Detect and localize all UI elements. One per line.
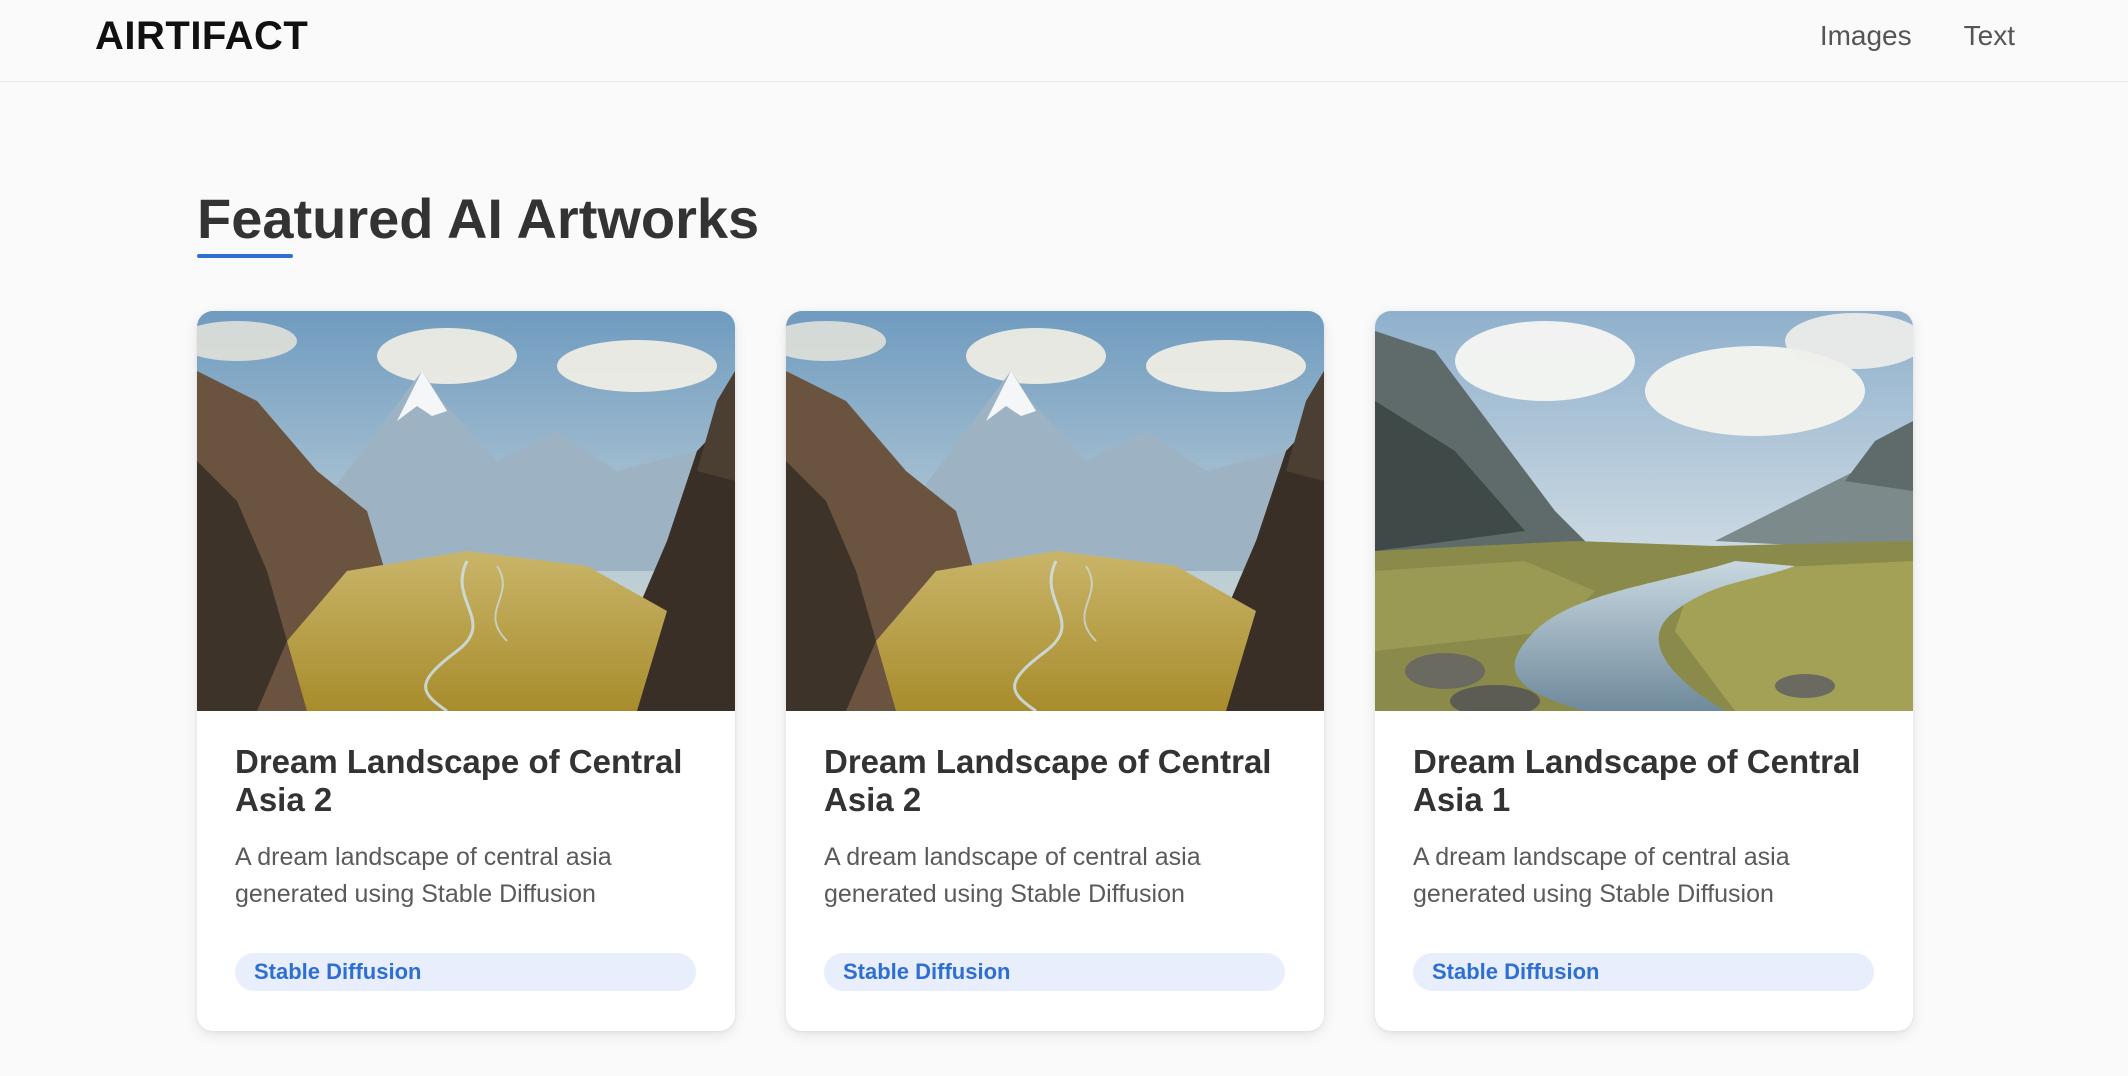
artwork-card[interactable]: Dream Landscape of Central Asia 2 A drea… <box>197 311 735 1031</box>
model-tag[interactable]: Stable Diffusion <box>824 953 1285 991</box>
nav-link-images[interactable]: Images <box>1820 20 1912 52</box>
artwork-image-mountain-valley[interactable] <box>197 311 735 711</box>
site-logo[interactable]: AIRTIFACT <box>95 14 308 59</box>
top-navigation-bar: AIRTIFACT Images Text <box>0 0 2128 82</box>
main-nav: Images Text <box>1820 20 2015 52</box>
artwork-title[interactable]: Dream Landscape of Central Asia 2 <box>235 743 697 819</box>
nav-link-text[interactable]: Text <box>1964 20 2015 52</box>
artwork-image-river-valley[interactable] <box>1375 311 1913 711</box>
model-tag[interactable]: Stable Diffusion <box>1413 953 1874 991</box>
model-tag[interactable]: Stable Diffusion <box>235 953 696 991</box>
artwork-title[interactable]: Dream Landscape of Central Asia 2 <box>824 743 1286 819</box>
artwork-description: A dream landscape of central asia genera… <box>235 843 612 908</box>
artwork-image-mountain-valley[interactable] <box>786 311 1324 711</box>
artwork-description: A dream landscape of central asia genera… <box>824 843 1201 908</box>
artwork-title[interactable]: Dream Landscape of Central Asia 1 <box>1413 743 1875 819</box>
section-title: Featured AI Artworks <box>197 187 760 250</box>
artwork-description: A dream landscape of central asia genera… <box>1413 843 1790 908</box>
artwork-card[interactable]: Dream Landscape of Central Asia 1 A drea… <box>1375 311 1913 1031</box>
title-underline <box>197 254 293 258</box>
artwork-grid: Dream Landscape of Central Asia 2 A drea… <box>197 311 1913 1031</box>
artwork-card[interactable]: Dream Landscape of Central Asia 2 A drea… <box>786 311 1324 1031</box>
